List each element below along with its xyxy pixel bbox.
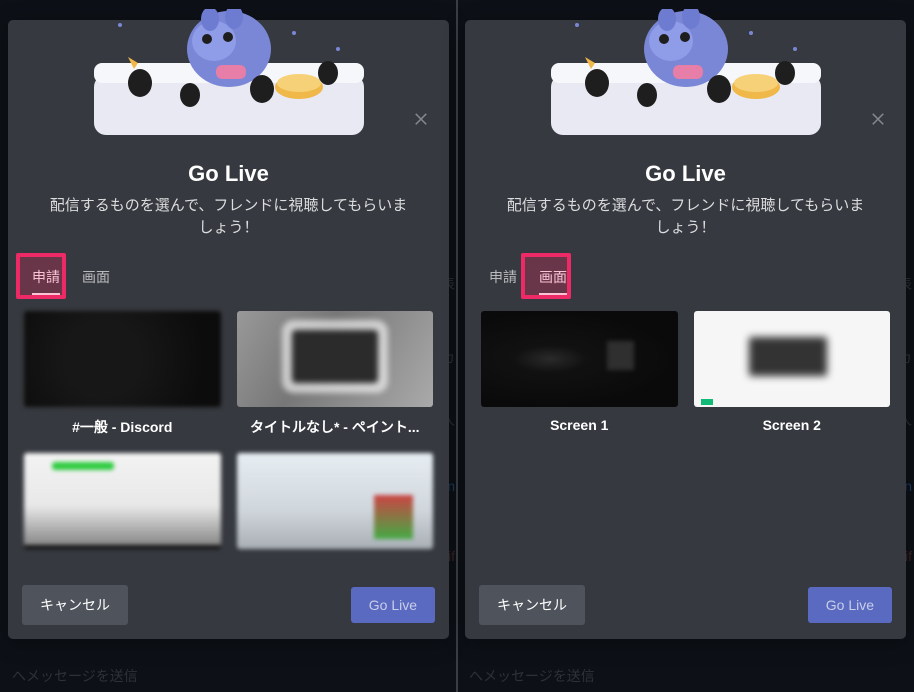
bg-text: へメッセージを送信 <box>469 666 595 686</box>
source-thumbnail <box>237 453 434 549</box>
source-item[interactable] <box>237 453 434 549</box>
source-thumbnail <box>694 311 891 407</box>
hero-image <box>465 20 906 135</box>
go-live-modal: Go Live 配信するものを選んで、フレンドに視聴してもらいましょう！ 申請 … <box>465 20 906 639</box>
modal-title: Go Live <box>8 161 449 187</box>
source-label: Screen 2 <box>694 417 891 433</box>
tabs: 申請 画面 <box>24 261 449 297</box>
modal-footer: キャンセル Go Live <box>479 585 892 625</box>
source-item[interactable]: Screen 1 <box>481 311 678 433</box>
wumpus-stream-icon <box>94 9 364 135</box>
tab-applications[interactable]: 申請 <box>481 261 525 297</box>
source-thumbnail <box>237 311 434 407</box>
hero-image <box>8 20 449 135</box>
source-grid: #一般 - Discord タイトルなし* - ペイント... <box>8 297 449 549</box>
tab-screens[interactable]: 画面 <box>74 261 118 297</box>
source-label: タイトルなし* - ペイント... <box>237 417 434 437</box>
tabs: 申請 画面 <box>481 261 906 297</box>
source-item[interactable]: #一般 - Discord <box>24 311 221 437</box>
panel-left: 由表 をカ 友人 on d if へメッセージを送信 <box>0 0 457 692</box>
source-item[interactable]: タイトルなし* - ペイント... <box>237 311 434 437</box>
go-live-button[interactable]: Go Live <box>351 587 435 623</box>
tab-applications[interactable]: 申請 <box>24 261 68 297</box>
modal-subtitle: 配信するものを選んで、フレンドに視聴してもらいましょう！ <box>501 195 870 239</box>
source-label: Screen 1 <box>481 417 678 433</box>
source-grid: Screen 1 Screen 2 <box>465 297 906 433</box>
go-live-button[interactable]: Go Live <box>808 587 892 623</box>
panel-right: 由表 をカ 友人 on d if へメッセージを送信 <box>457 0 914 692</box>
cancel-button[interactable]: キャンセル <box>22 585 128 625</box>
tab-screens[interactable]: 画面 <box>531 261 575 297</box>
source-thumbnail <box>24 311 221 407</box>
cancel-button[interactable]: キャンセル <box>479 585 585 625</box>
source-thumbnail <box>481 311 678 407</box>
modal-title: Go Live <box>465 161 906 187</box>
source-item[interactable] <box>24 453 221 549</box>
go-live-modal: Go Live 配信するものを選んで、フレンドに視聴してもらいましょう！ 申請 … <box>8 20 449 639</box>
source-item[interactable]: Screen 2 <box>694 311 891 433</box>
wumpus-stream-icon <box>551 9 821 135</box>
bg-text: へメッセージを送信 <box>12 666 138 686</box>
modal-footer: キャンセル Go Live <box>22 585 435 625</box>
source-thumbnail <box>24 453 221 549</box>
source-label: #一般 - Discord <box>24 417 221 437</box>
modal-subtitle: 配信するものを選んで、フレンドに視聴してもらいましょう！ <box>44 195 413 239</box>
